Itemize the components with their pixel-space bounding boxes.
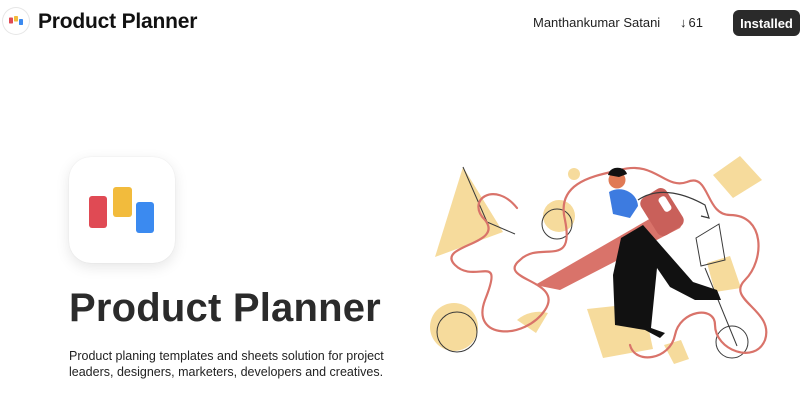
product-planner-logo-icon[interactable] (3, 8, 29, 34)
app-title: Product Planner (38, 10, 198, 33)
logo-red-bar (89, 196, 107, 228)
download-count: ↓ 61 (680, 15, 703, 30)
hero-description: Product planing templates and sheets sol… (69, 349, 384, 379)
hero-title: Product Planner (69, 286, 381, 330)
author-link[interactable]: Manthankumar Satani (533, 15, 660, 30)
top-bar: Product Planner Manthankumar Satani ↓ 61 … (0, 0, 800, 46)
logo-yellow-bar (113, 187, 132, 217)
arrow-down-icon: ↓ (680, 15, 687, 30)
download-count-value: 61 (688, 15, 703, 30)
hero-app-icon (69, 157, 175, 263)
person-riding-pencil-illustration (425, 150, 800, 400)
logo-blue-bar (136, 202, 154, 233)
installed-button[interactable]: Installed (733, 10, 800, 36)
